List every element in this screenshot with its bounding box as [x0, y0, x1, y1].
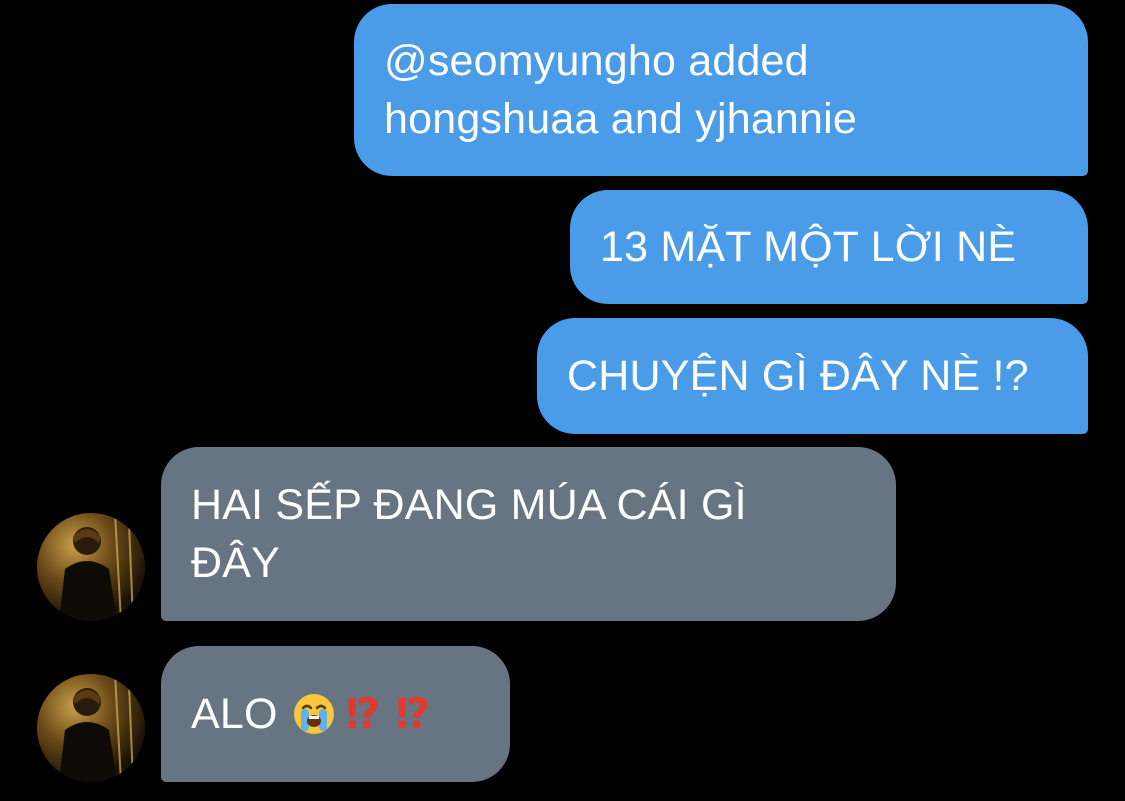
message-bubble-sent-2[interactable]: 13 MẶT MỘT LỜI NÈ	[570, 190, 1088, 304]
message-text: ALO	[191, 690, 278, 738]
loudly-crying-face-icon	[293, 694, 334, 734]
message-bubble-sent-1[interactable]: @seomyungho added hongshuaa and yjhannie	[354, 4, 1088, 176]
avatar[interactable]	[37, 513, 145, 621]
avatar-photo	[37, 513, 145, 621]
message-content: ALO ⁉ ⁉	[191, 685, 430, 743]
message-text: CHUYỆN GÌ ĐÂY NÈ !?	[567, 352, 1029, 400]
exclamation-question-mark-icon: ⁉	[345, 690, 381, 737]
message-text: HAI SẾP ĐANG MÚA CÁI GÌ ĐÂY	[191, 481, 747, 587]
message-bubble-sent-3[interactable]: CHUYỆN GÌ ĐÂY NÈ !?	[537, 318, 1088, 434]
message-text: @seomyungho added hongshuaa and yjhannie	[384, 37, 858, 143]
message-bubble-received-2[interactable]: ALO ⁉ ⁉	[161, 646, 510, 782]
exclamation-question-mark-icon: ⁉	[395, 690, 430, 737]
avatar-photo	[37, 674, 145, 782]
message-bubble-received-1[interactable]: HAI SẾP ĐANG MÚA CÁI GÌ ĐÂY	[161, 447, 896, 621]
message-text: 13 MẶT MỘT LỜI NÈ	[600, 223, 1017, 271]
avatar[interactable]	[37, 674, 145, 782]
